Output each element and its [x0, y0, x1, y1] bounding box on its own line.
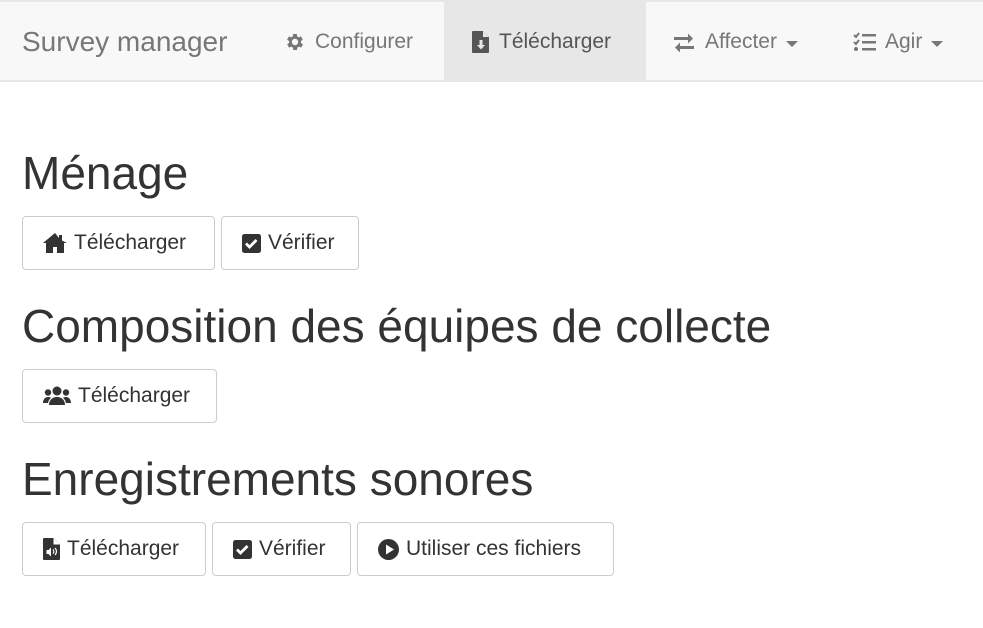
task-list-icon	[853, 32, 876, 52]
menage-verify-button[interactable]: Vérifier	[221, 216, 359, 270]
menage-download-button[interactable]: Télécharger	[22, 216, 215, 270]
section-title-enregistrements-sonores: Enregistrements sonores	[22, 453, 534, 505]
users-icon	[43, 386, 71, 406]
chevron-down-icon	[785, 40, 798, 47]
section-title-composition-equipes: Composition des équipes de collecte	[22, 300, 772, 352]
button-label: Vérifier	[268, 231, 335, 254]
button-label: Télécharger	[78, 384, 191, 407]
home-icon	[43, 233, 67, 253]
section-title-menage: Ménage	[22, 147, 189, 199]
button-label: Télécharger	[67, 537, 180, 560]
audio-verify-button[interactable]: Vérifier	[212, 522, 351, 576]
nav-item-label: Affecter	[705, 30, 777, 53]
nav-item-configurer[interactable]: Configurer	[264, 2, 444, 82]
top-navbar: Survey manager Configurer Télécharger Af…	[0, 0, 983, 82]
chevron-down-icon	[931, 40, 944, 47]
file-audio-icon	[43, 538, 60, 560]
nav-item-label: Télécharger	[499, 30, 612, 53]
nav-item-label: Agir	[885, 30, 923, 53]
nav-item-affecter[interactable]: Affecter	[646, 2, 826, 82]
button-label: Vérifier	[259, 537, 326, 560]
audio-download-button[interactable]: Télécharger	[22, 522, 206, 576]
button-label: Télécharger	[74, 231, 187, 254]
nav-item-label: Configurer	[315, 30, 414, 53]
use-files-button[interactable]: Utiliser ces fichiers	[357, 522, 614, 576]
play-circle-icon	[378, 538, 399, 560]
navbar-brand[interactable]: Survey manager	[22, 24, 227, 60]
checkbox-checked-icon	[242, 233, 261, 253]
button-label: Utiliser ces fichiers	[406, 537, 582, 560]
exchange-arrows-icon	[672, 32, 696, 52]
gear-icon	[284, 31, 306, 53]
file-download-icon	[472, 31, 490, 53]
checkbox-checked-icon	[233, 539, 252, 559]
nav-item-telecharger[interactable]: Télécharger	[444, 2, 646, 82]
nav-item-agir[interactable]: Agir	[826, 2, 983, 82]
equipes-download-button[interactable]: Télécharger	[22, 369, 217, 423]
